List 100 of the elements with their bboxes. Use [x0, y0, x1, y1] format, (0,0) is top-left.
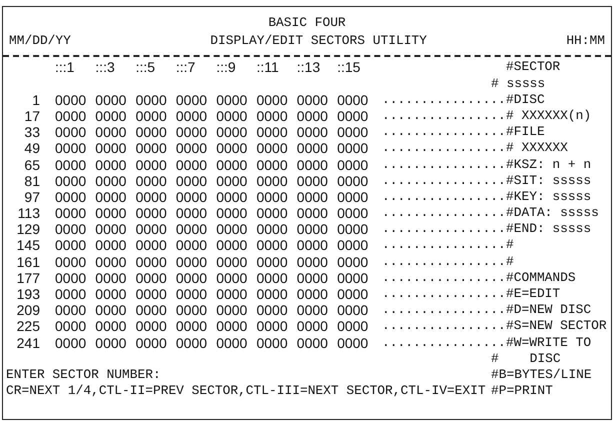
data-word: 0000 — [256, 205, 289, 222]
offset-label: 1 — [31, 92, 40, 108]
side-note: # sssss — [491, 76, 546, 92]
dot-leader: ................ — [382, 92, 506, 108]
data-word: 0000 — [95, 108, 128, 124]
data-word: 0000 — [337, 254, 370, 270]
side-note: #SIT: sssss — [506, 172, 592, 189]
data-word: 0000 — [95, 237, 128, 254]
data-word: 0000 — [55, 124, 88, 140]
data-word: 0000 — [55, 205, 88, 222]
side-note: # XXXXXX — [506, 140, 568, 156]
offset-label: 17 — [23, 108, 40, 124]
data-word: 0000 — [256, 237, 289, 254]
data-word: 0000 — [216, 221, 248, 238]
dot-leader: ................ — [382, 156, 506, 173]
data-word: 0000 — [216, 156, 248, 173]
data-word: 0000 — [256, 302, 289, 318]
data-word: 0000 — [216, 237, 248, 254]
program-title: BASIC FOUR — [268, 15, 346, 32]
data-word: 0000 — [256, 254, 289, 270]
data-word: 0000 — [95, 156, 128, 173]
offset-label: 113 — [16, 205, 40, 222]
dot-leader: ................ — [382, 205, 506, 222]
data-word: 0000 — [55, 334, 88, 351]
data-word: 0000 — [55, 302, 88, 318]
data-word: 0000 — [296, 334, 329, 351]
side-note: # — [506, 237, 514, 254]
side-note: #W=WRITE TO — [506, 334, 592, 351]
offset-label: 49 — [23, 140, 40, 156]
data-word: 0000 — [55, 221, 88, 238]
side-note: #KSZ: n + n — [506, 156, 592, 173]
dot-leader: ................ — [382, 124, 506, 140]
data-word: 0000 — [55, 286, 88, 302]
side-note: #FILE — [506, 124, 545, 140]
data-word: 0000 — [296, 237, 329, 254]
data-word: 0000 — [337, 108, 370, 124]
dot-leader: ................ — [382, 140, 506, 156]
data-word: 0000 — [95, 188, 128, 206]
data-word: 0000 — [176, 334, 208, 351]
data-word: 0000 — [55, 172, 88, 189]
data-word: 0000 — [216, 318, 248, 335]
data-word: 0000 — [136, 188, 168, 206]
side-note: #E=EDIT — [506, 286, 560, 302]
data-word: 0000 — [337, 156, 370, 173]
data-word: 0000 — [216, 205, 248, 222]
offset-label: 97 — [23, 188, 40, 206]
data-word: 0000 — [136, 156, 168, 173]
data-word: 0000 — [176, 270, 208, 286]
column-label: :::5 — [136, 59, 156, 76]
data-word: 0000 — [256, 108, 289, 124]
data-word: 0000 — [256, 188, 289, 206]
data-word: 0000 — [176, 140, 208, 156]
side-note: #S=NEW SECTOR — [506, 318, 607, 335]
data-word: 0000 — [136, 205, 168, 222]
dot-leader: ................ — [382, 172, 506, 189]
column-label: ::15 — [337, 59, 362, 76]
data-word: 0000 — [95, 92, 128, 108]
offset-label: 81 — [23, 172, 40, 189]
data-word: 0000 — [337, 318, 370, 335]
data-word: 0000 — [256, 221, 289, 238]
column-label: :::1 — [55, 59, 76, 76]
offset-label: 161 — [16, 254, 40, 270]
date-text: MM/DD/YY — [9, 33, 71, 50]
data-word: 0000 — [216, 92, 248, 108]
data-word: 0000 — [296, 172, 329, 189]
data-word: 0000 — [55, 254, 88, 270]
data-word: 0000 — [95, 318, 128, 335]
data-word: 0000 — [55, 140, 88, 156]
data-word: 0000 — [296, 92, 329, 108]
data-word: 0000 — [337, 140, 370, 156]
data-word: 0000 — [136, 302, 168, 318]
data-word: 0000 — [216, 124, 248, 140]
data-word: 0000 — [256, 124, 289, 140]
dot-leader: ................ — [382, 237, 506, 254]
data-word: 0000 — [136, 124, 168, 140]
side-note: # DISC — [491, 350, 561, 367]
data-word: 0000 — [176, 205, 208, 222]
column-label: :::7 — [176, 59, 196, 76]
data-word: 0000 — [95, 254, 128, 270]
data-word: 0000 — [136, 318, 168, 335]
data-word: 0000 — [296, 254, 329, 270]
data-word: 0000 — [216, 172, 248, 189]
data-word: 0000 — [216, 108, 248, 124]
data-word: 0000 — [176, 108, 208, 124]
data-word: 0000 — [296, 286, 329, 302]
data-word: 0000 — [216, 188, 248, 206]
data-word: 0000 — [95, 140, 128, 156]
data-word: 0000 — [296, 270, 329, 286]
data-word: 0000 — [176, 124, 208, 140]
data-word: 0000 — [176, 237, 208, 254]
side-note: #KEY: sssss — [506, 188, 592, 206]
offset-label: 145 — [16, 237, 40, 254]
data-word: 0000 — [256, 172, 289, 189]
data-word: 0000 — [136, 108, 168, 124]
side-note: #END: sssss — [506, 221, 592, 238]
data-word: 0000 — [296, 302, 329, 318]
offset-label: 65 — [23, 156, 40, 173]
side-note: #D=NEW DISC — [506, 302, 592, 318]
data-word: 0000 — [176, 156, 208, 173]
dot-leader: ................ — [382, 188, 506, 206]
